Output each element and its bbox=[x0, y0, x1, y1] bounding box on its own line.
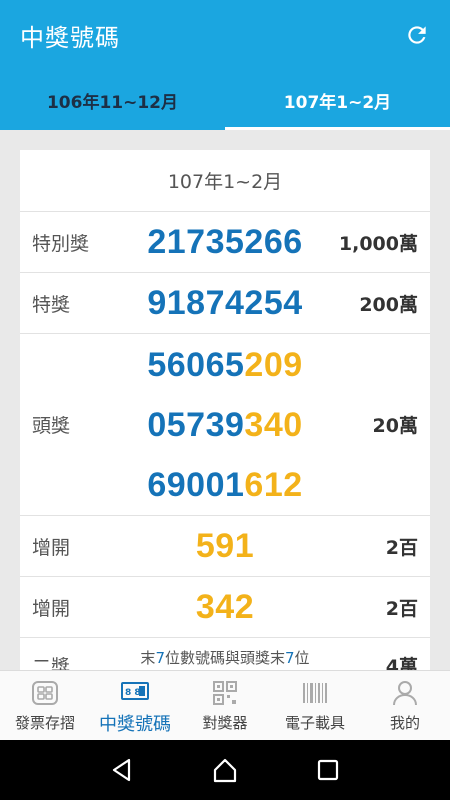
special-prize-label: 特別獎 bbox=[32, 232, 90, 255]
first-prize-label: 頭獎 bbox=[32, 415, 71, 437]
nav-label: 中獎號碼 bbox=[99, 713, 171, 735]
app-title: 中獎號碼 bbox=[20, 24, 120, 52]
extra-prize-label: 增開 bbox=[32, 536, 71, 559]
prize-card: 107年1~2月 特別獎 21735266 1,000萬 特獎 91874254… bbox=[20, 150, 430, 670]
refresh-icon[interactable] bbox=[404, 22, 430, 48]
extra-prize-amount: 2百 bbox=[385, 597, 418, 620]
nav-label: 電子載具 bbox=[284, 714, 345, 732]
home-icon[interactable] bbox=[211, 756, 239, 784]
bottom-navigation: 發票存摺 8 8 中獎號碼 對獎器 電子載具 我的 bbox=[0, 670, 450, 740]
second-prize-rule: 末7位數號碼與頭獎末7位 bbox=[140, 649, 310, 667]
special-prize-number: 21735266 bbox=[147, 223, 303, 261]
extra-prize-number: 591 bbox=[195, 527, 255, 565]
person-icon bbox=[393, 681, 417, 706]
first-prize-number: 56065209 bbox=[147, 345, 303, 384]
nav-profile[interactable]: 我的 bbox=[360, 671, 450, 740]
extra-prize-row: 增開 591 2百 bbox=[20, 516, 430, 577]
nav-label: 我的 bbox=[389, 714, 420, 732]
barcode-icon bbox=[303, 683, 327, 703]
period-tabs: 106年11~12月 107年1~2月 bbox=[0, 70, 450, 130]
period-header: 107年1~2月 bbox=[20, 150, 430, 212]
tab-107-jan-feb[interactable]: 107年1~2月 bbox=[225, 70, 450, 130]
grand-prize-amount: 200萬 bbox=[359, 293, 418, 316]
tab-106-nov-dec[interactable]: 106年11~12月 bbox=[0, 70, 225, 130]
nav-e-carrier[interactable]: 電子載具 bbox=[270, 671, 360, 740]
first-prize-number: 69001612 bbox=[147, 465, 303, 504]
grand-prize-label: 特獎 bbox=[32, 293, 71, 316]
special-prize-amount: 1,000萬 bbox=[338, 232, 418, 255]
app-bar: 中獎號碼 106年11~12月 107年1~2月 bbox=[0, 0, 450, 130]
first-prize-number: 05739340 bbox=[147, 405, 303, 444]
extra-prize-number: 342 bbox=[195, 588, 255, 626]
second-prize-amount: 4萬 bbox=[385, 656, 418, 670]
first-prize-row: 頭獎 56065209 05739340 69001612 20萬 bbox=[20, 334, 430, 516]
extra-prize-row: 增開 342 2百 bbox=[20, 577, 430, 638]
special-prize-row: 特別獎 21735266 1,000萬 bbox=[20, 212, 430, 273]
extra-prize-label: 增開 bbox=[32, 597, 71, 620]
extra-prize-amount: 2百 bbox=[385, 536, 418, 559]
grand-prize-row: 特獎 91874254 200萬 bbox=[20, 273, 430, 334]
grand-prize-number: 91874254 bbox=[147, 284, 303, 322]
nav-winning-numbers[interactable]: 8 8 中獎號碼 bbox=[90, 671, 180, 740]
nav-prize-checker[interactable]: 對獎器 bbox=[180, 671, 270, 740]
qr-scanner-icon bbox=[213, 681, 237, 705]
winning-numbers-icon: 8 8 bbox=[121, 681, 149, 700]
nav-label: 對獎器 bbox=[202, 714, 248, 732]
nav-invoice-book[interactable]: 發票存摺 bbox=[0, 671, 90, 740]
svg-text:8 8: 8 8 bbox=[125, 688, 141, 698]
first-prize-amount: 20萬 bbox=[372, 415, 418, 437]
recent-apps-icon[interactable] bbox=[314, 756, 342, 784]
second-prize-label: 二獎 bbox=[32, 656, 71, 670]
system-navigation-bar bbox=[0, 740, 450, 800]
nav-label: 發票存摺 bbox=[14, 714, 75, 732]
invoice-book-icon bbox=[32, 681, 58, 705]
back-icon[interactable] bbox=[108, 756, 136, 784]
second-prize-row: 二獎 末7位數號碼與頭獎末7位 4萬 bbox=[20, 638, 430, 670]
